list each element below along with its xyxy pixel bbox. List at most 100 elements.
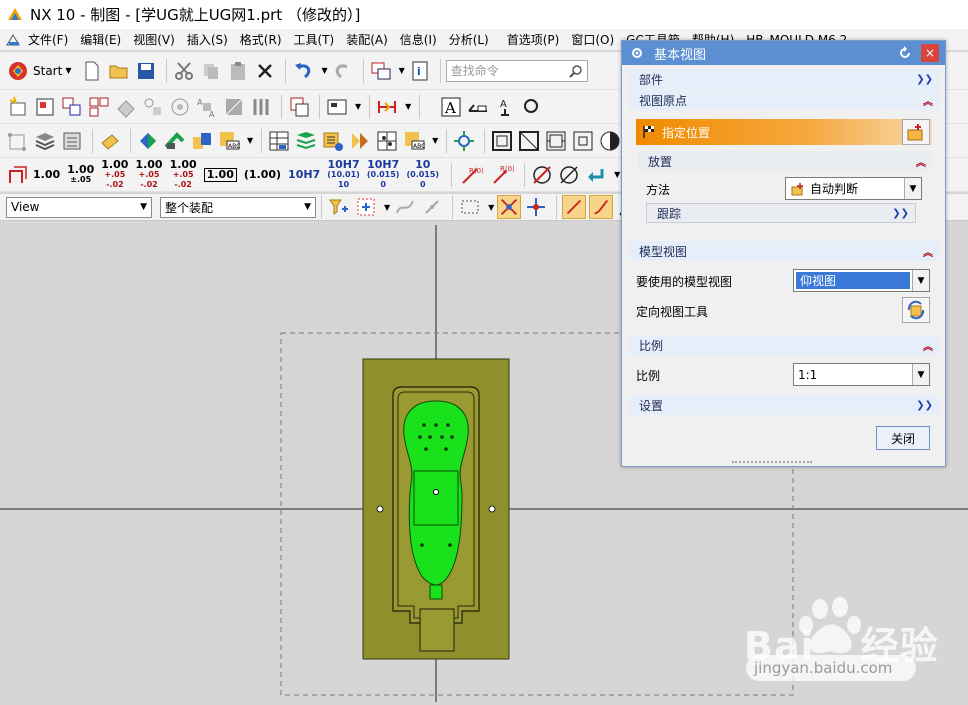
diameter-icon[interactable] [530,163,554,187]
part-navigator-icon[interactable] [136,129,160,153]
base-view-icon[interactable] [87,95,111,119]
method-select[interactable]: 自动判断 ▼ [785,177,922,200]
selection-scope-select[interactable]: 整个装配 ▼ [160,196,316,218]
menu-analysis[interactable]: 分析(L) [443,31,495,48]
layer-stack-icon[interactable] [33,129,57,153]
ribbon-toggle-icon[interactable] [6,33,22,47]
dimension-style-icon[interactable] [6,163,30,187]
add-filter-icon[interactable] [354,195,378,219]
table-dropdown[interactable]: ▼ [432,136,438,145]
fit-deviation-only[interactable]: 10 (0.015) 0 [406,159,439,190]
collapse-chevron-icon[interactable]: ︽ [923,338,933,353]
orient-view-tool-button[interactable] [902,297,930,323]
collapse-chevron-icon[interactable]: ︽ [923,93,933,108]
collapse-chevron-icon[interactable]: ︽ [923,244,933,259]
feature-control-icon[interactable] [466,95,490,119]
rectangle-select-dropdown[interactable]: ▼ [488,203,494,212]
fit-hole-limit[interactable]: 10H7 (10.01) 10 [327,159,360,190]
fit-hole-deviation[interactable]: 10H7 (0.015) 0 [367,159,400,190]
return-arrow-icon[interactable] [584,163,608,187]
sheet-zoom-icon[interactable] [571,129,595,153]
section-line-icon[interactable] [141,95,165,119]
reuse-library-icon[interactable] [190,129,214,153]
model-view-select[interactable]: 仰视图 ▼ [793,269,930,292]
snap-mid-point-icon[interactable] [524,195,548,219]
hd3d-tools-icon[interactable]: ABC [217,129,241,153]
command-search-input[interactable]: 查找命令 [445,59,588,82]
auto-balloon-icon[interactable] [321,129,345,153]
section-tracking[interactable]: 跟踪 ❯❯ [646,203,916,223]
left-handle-point[interactable] [376,505,384,513]
snap-curve-icon[interactable] [393,195,417,219]
expand-chevron-icon[interactable]: ❯❯ [892,208,909,219]
save-icon[interactable] [134,59,158,83]
tolerance-reference[interactable]: (1.00) [244,169,281,180]
tolerance-basic[interactable]: 1.00 [203,167,237,182]
undo-icon[interactable] [291,59,315,83]
section-scale[interactable]: 比例 ︽ [629,335,939,355]
search-icon[interactable] [569,64,583,78]
redo-icon[interactable] [331,59,355,83]
tolerance-plus-minus[interactable]: 1.00 ±.05 [67,164,94,185]
snap-end-point-icon[interactable] [497,195,522,219]
open-folder-icon[interactable] [107,59,131,83]
spline-icon[interactable] [6,129,30,153]
reset-icon[interactable] [897,45,913,61]
menu-tools[interactable]: 工具(T) [288,31,341,48]
menu-preferences[interactable]: 首选项(P) [501,31,566,48]
new-file-icon[interactable] [80,59,104,83]
tolerance-limit[interactable]: 1.00 +.05 -.02 [135,159,162,190]
undo-dropdown[interactable]: ▼ [321,66,327,75]
radius-dimension-button[interactable]: R(0) [457,163,485,187]
hole-table-icon[interactable] [348,129,372,153]
specify-location-row[interactable]: 指定位置 [636,119,932,145]
shading-icon[interactable] [598,129,622,153]
snap-tangent-icon[interactable] [589,195,614,219]
break-view-icon[interactable] [168,95,192,119]
window-switch-icon[interactable] [369,59,393,83]
view-create-icon[interactable] [33,95,57,119]
copy-icon[interactable] [199,59,223,83]
return-dropdown[interactable]: ▼ [614,170,620,179]
revolved-section-icon[interactable] [249,95,273,119]
view-style-icon[interactable] [325,95,349,119]
collapse-chevron-icon[interactable]: ︽ [916,154,926,169]
menu-assembly[interactable]: 装配(A) [340,31,394,48]
menu-window[interactable]: 窗口(O) [565,31,620,48]
zone-icon[interactable] [544,129,568,153]
section-view-origin[interactable]: 视图原点 ︽ [629,90,939,110]
menu-format[interactable]: 格式(R) [234,31,288,48]
projected-view-icon[interactable] [60,95,84,119]
filter-icon[interactable] [327,195,351,219]
close-button[interactable]: 关闭 [876,426,930,450]
custom-symbol-icon[interactable] [452,129,476,153]
tolerance-none[interactable]: 1.00 [33,169,60,180]
rectangle-select-icon[interactable] [458,195,482,219]
section-model-view[interactable]: 模型视图 ︽ [629,241,939,261]
eraser-icon[interactable] [98,129,122,153]
zoom-icon[interactable] [520,95,544,119]
detail-view-icon[interactable] [114,95,138,119]
new-sheet-icon[interactable] [6,95,30,119]
hd3d-dropdown[interactable]: ▼ [247,136,253,145]
delete-icon[interactable] [253,59,277,83]
expand-chevron-icon[interactable]: ❯❯ [916,400,933,411]
snap-point-icon[interactable] [420,195,444,219]
resize-grip[interactable] [732,461,812,464]
gear-icon[interactable] [630,46,644,60]
half-section-icon[interactable] [222,95,246,119]
dialog-close-icon[interactable]: × [921,44,939,62]
scale-select[interactable]: 1:1 ▼ [793,363,930,386]
menu-view[interactable]: 视图(V) [127,31,181,48]
border-icon[interactable] [490,129,514,153]
menu-edit[interactable]: 编辑(E) [74,31,127,48]
snap-line-icon[interactable] [562,195,587,219]
paste-icon[interactable] [226,59,250,83]
bend-table-icon[interactable] [375,129,399,153]
info-window-icon[interactable]: i [408,59,432,83]
tabular-note-icon[interactable] [267,129,291,153]
layer-settings-icon[interactable] [60,129,84,153]
right-handle-point[interactable] [488,505,496,513]
menu-info[interactable]: 信息(I) [394,31,443,48]
tolerance-unilateral[interactable]: 1.00 +.05 -.02 [170,159,197,190]
